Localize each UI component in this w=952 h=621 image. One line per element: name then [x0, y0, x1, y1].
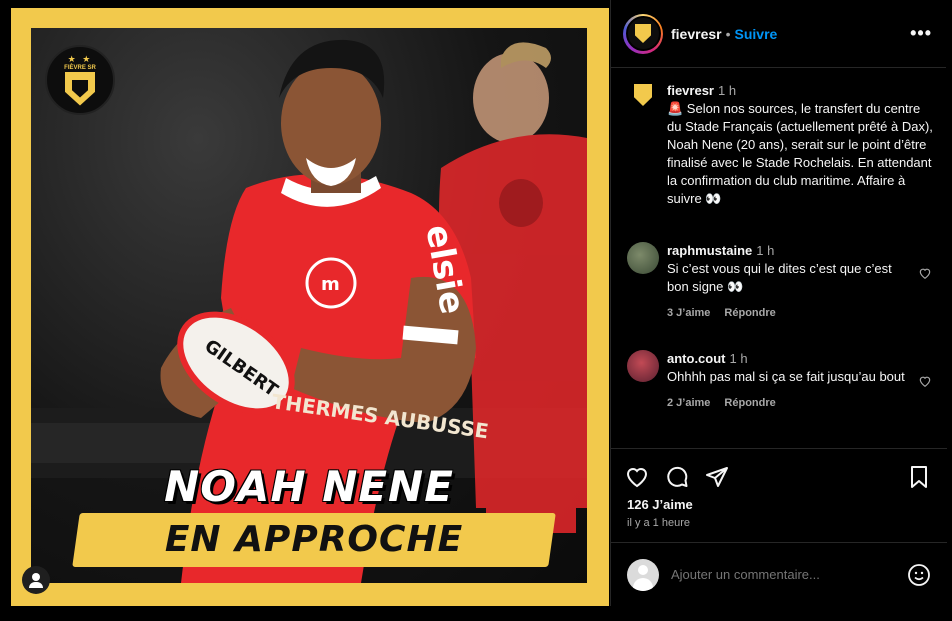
caption-username[interactable]: fievresr [667, 83, 714, 98]
reply-button[interactable]: Répondre [724, 397, 775, 409]
comment-likes[interactable]: 3 J’aime [667, 307, 710, 319]
shield-icon [65, 71, 95, 106]
caption-text: 🚨 Selon nos sources, le transfert du cen… [667, 101, 933, 206]
account-username[interactable]: fievresr [671, 26, 722, 42]
like-heart-icon[interactable] [625, 465, 649, 489]
caption-time: 1 h [717, 83, 737, 98]
comment-time: 1 h [729, 351, 748, 366]
avatar[interactable] [627, 350, 659, 382]
post-header: fievresr • Suivre ••• [611, 0, 946, 68]
fievre-sr-logo: ★ ★ FIÈVRE SR [45, 45, 115, 115]
reply-button[interactable]: Répondre [724, 307, 775, 319]
svg-text:m: m [321, 274, 340, 295]
more-options-icon[interactable]: ••• [910, 23, 932, 44]
user-icon[interactable] [22, 566, 50, 594]
post-timestamp: il y a 1 heure [627, 517, 690, 529]
caption-avatar[interactable] [627, 82, 659, 208]
comment-item: anto.cout 1 h Ohhhh pas mal si ça se fait… [611, 350, 946, 412]
add-comment-bar [611, 542, 947, 606]
comment-likes[interactable]: 2 J’aime [667, 397, 710, 409]
comment-bubble-icon[interactable] [665, 465, 689, 489]
comment-time: 1 h [756, 243, 775, 258]
comment-username[interactable]: raphmustaine [667, 243, 752, 258]
follow-button[interactable]: Suivre [735, 26, 778, 42]
shield-icon [635, 24, 651, 43]
shield-icon [634, 84, 652, 106]
logo-stars: ★ ★ [67, 53, 93, 64]
post-side-panel: fievresr • Suivre ••• fievresr 1 h 🚨 Selo… [610, 0, 947, 606]
post-actions-area: 126 J’aime il y a 1 heure [611, 448, 947, 529]
share-send-icon[interactable] [705, 465, 729, 489]
comment-username[interactable]: anto.cout [667, 351, 726, 366]
logo-name: FIÈVRE SR [64, 64, 96, 71]
post-media[interactable]: GILBERT elsie m THERMES AUBUSSE ★ ★ FIÈV… [0, 0, 610, 621]
action-bar [611, 449, 947, 491]
comment-item: raphmustaine 1 h Si c’est vous qui le dit… [611, 242, 946, 322]
avatar [627, 558, 659, 591]
heart-icon[interactable] [918, 374, 932, 388]
image-subline: EN APPROCHE [164, 519, 464, 560]
comment-text: Si c’est vous qui le dites c’est que c’e… [667, 261, 892, 294]
separator-dot: • [725, 25, 731, 42]
emoji-icon[interactable] [907, 563, 931, 587]
avatar[interactable] [627, 242, 659, 274]
post-caption: fievresr 1 h 🚨 Selon nos sources, le tran… [611, 68, 946, 208]
comment-input[interactable] [671, 567, 907, 582]
image-headline: NOAH NENE [164, 462, 454, 511]
comment-text: Ohhhh pas mal si ça se fait jusqu’au bou… [667, 369, 905, 384]
likes-count[interactable]: 126 J’aime [611, 491, 947, 512]
heart-icon[interactable] [918, 266, 932, 280]
bookmark-icon[interactable] [907, 465, 931, 489]
account-avatar[interactable] [623, 13, 663, 54]
